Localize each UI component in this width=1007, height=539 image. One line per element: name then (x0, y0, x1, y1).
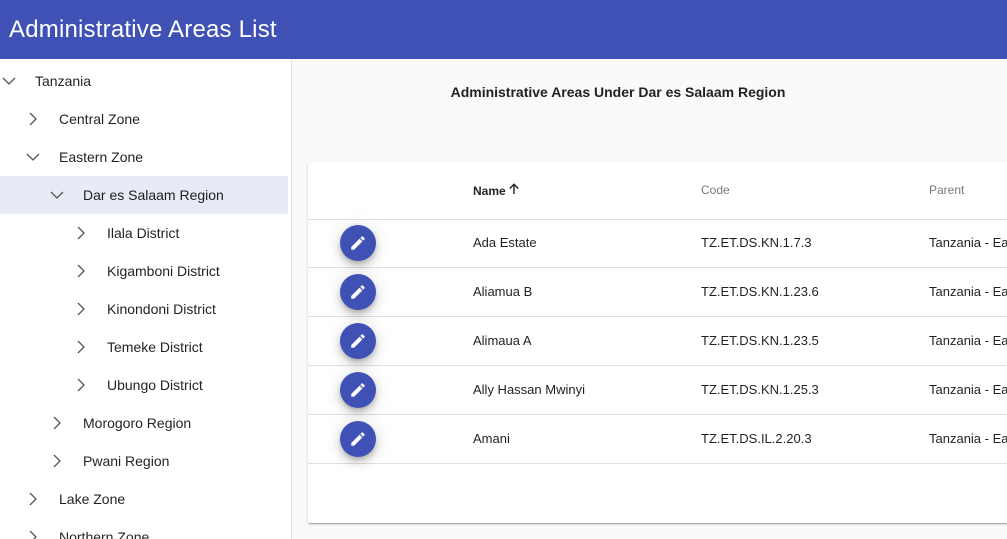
page-title: Administrative Areas List (9, 15, 277, 43)
table-row: Ally Hassan Mwinyi TZ.ET.DS.KN.1.25.3 Ta… (308, 366, 1007, 415)
cell-parent: Tanzania - Ea (929, 431, 1007, 446)
tree-node-kigamboni-district[interactable]: Kigamboni District (0, 252, 288, 290)
cell-code: TZ.ET.DS.KN.1.25.3 (701, 382, 819, 397)
chevron-right-icon[interactable] (69, 259, 93, 283)
tree-node-eastern-zone[interactable]: Eastern Zone (0, 138, 288, 176)
pencil-icon (351, 236, 365, 250)
arrow-up-icon (508, 183, 520, 198)
chevron-down-icon[interactable] (45, 183, 69, 207)
column-header-name[interactable]: Name (473, 183, 520, 198)
tree-node-ilala-district[interactable]: Ilala District (0, 214, 288, 252)
tree-node-label: Morogoro Region (83, 415, 192, 431)
cell-parent: Tanzania - Ea (929, 333, 1007, 348)
section-title: Administrative Areas Under Dar es Salaam… (450, 84, 786, 100)
chevron-right-icon[interactable] (21, 487, 45, 511)
tree-node-kinondoni-district[interactable]: Kinondoni District (0, 290, 288, 328)
tree-node-central-zone[interactable]: Central Zone (0, 100, 288, 138)
pencil-icon (351, 334, 365, 348)
column-header-label: Name (473, 183, 506, 198)
chevron-right-icon[interactable] (69, 335, 93, 359)
cell-code: TZ.ET.DS.KN.1.7.3 (701, 235, 812, 250)
column-header-parent[interactable]: Parent (929, 183, 964, 197)
cell-name: Amani (473, 431, 510, 446)
tree-node-label: Northern Zone (59, 529, 150, 539)
edit-button[interactable] (340, 225, 376, 261)
chevron-down-icon[interactable] (0, 69, 21, 93)
area-tree-sidebar: Tanzania Central Zone Eastern Zone Dar e… (0, 59, 292, 539)
chevron-right-icon[interactable] (21, 107, 45, 131)
tree-node-label: Tanzania (35, 73, 92, 89)
tree-node-label: Kinondoni District (107, 301, 216, 317)
cell-parent: Tanzania - Ea (929, 284, 1007, 299)
table-row: Amani TZ.ET.DS.IL.2.20.3 Tanzania - Ea (308, 415, 1007, 464)
cell-code: TZ.ET.DS.KN.1.23.6 (701, 284, 819, 299)
tree-node-label: Kigamboni District (107, 263, 220, 279)
app-toolbar: Administrative Areas List (0, 0, 1007, 59)
table-row: Alimaua A TZ.ET.DS.KN.1.23.5 Tanzania - … (308, 317, 1007, 366)
pencil-icon (351, 432, 365, 446)
main-content: Administrative Areas Under Dar es Salaam… (292, 59, 1007, 539)
cell-name: Ada Estate (473, 235, 537, 250)
edit-button[interactable] (340, 372, 376, 408)
chevron-right-icon[interactable] (69, 221, 93, 245)
cell-name: Aliamua B (473, 284, 533, 299)
tree-node-label: Dar es Salaam Region (83, 187, 224, 203)
edit-button[interactable] (340, 421, 376, 457)
cell-code: TZ.ET.DS.IL.2.20.3 (701, 431, 812, 446)
cell-parent: Tanzania - Ea (929, 382, 1007, 397)
column-header-code[interactable]: Code (701, 183, 730, 197)
cell-name: Ally Hassan Mwinyi (473, 382, 585, 397)
tree-node-tanzania[interactable]: Tanzania (0, 62, 288, 100)
tree-node-pwani-region[interactable]: Pwani Region (0, 442, 288, 480)
tree-node-dar-es-salaam-region[interactable]: Dar es Salaam Region (0, 176, 288, 214)
tree-node-northern-zone[interactable]: Northern Zone (0, 518, 288, 539)
tree-node-label: Lake Zone (59, 491, 126, 507)
tree-node-label: Central Zone (59, 111, 140, 127)
areas-table: Name Code Parent Ada Estate TZ.ET.DS.KN.… (308, 162, 1007, 523)
chevron-down-icon[interactable] (21, 145, 45, 169)
tree-node-ubungo-district[interactable]: Ubungo District (0, 366, 288, 404)
tree-node-label: Ubungo District (107, 377, 203, 393)
tree-node-label: Pwani Region (83, 453, 170, 469)
cell-parent: Tanzania - Ea (929, 235, 1007, 250)
table-row: Aliamua B TZ.ET.DS.KN.1.23.6 Tanzania - … (308, 268, 1007, 317)
chevron-right-icon[interactable] (45, 449, 69, 473)
cell-code: TZ.ET.DS.KN.1.23.5 (701, 333, 819, 348)
edit-button[interactable] (340, 323, 376, 359)
cell-name: Alimaua A (473, 333, 532, 348)
pencil-icon (351, 383, 365, 397)
table-header-row: Name Code Parent (308, 162, 1007, 220)
table-row: Ada Estate TZ.ET.DS.KN.1.7.3 Tanzania - … (308, 219, 1007, 268)
tree-node-morogoro-region[interactable]: Morogoro Region (0, 404, 288, 442)
tree-node-label: Temeke District (107, 339, 203, 355)
pencil-icon (351, 285, 365, 299)
chevron-right-icon[interactable] (21, 525, 45, 539)
chevron-right-icon[interactable] (69, 373, 93, 397)
tree-node-label: Eastern Zone (59, 149, 144, 165)
tree-node-label: Ilala District (107, 225, 180, 241)
tree-node-lake-zone[interactable]: Lake Zone (0, 480, 288, 518)
tree-node-temeke-district[interactable]: Temeke District (0, 328, 288, 366)
chevron-right-icon[interactable] (69, 297, 93, 321)
chevron-right-icon[interactable] (45, 411, 69, 435)
edit-button[interactable] (340, 274, 376, 310)
